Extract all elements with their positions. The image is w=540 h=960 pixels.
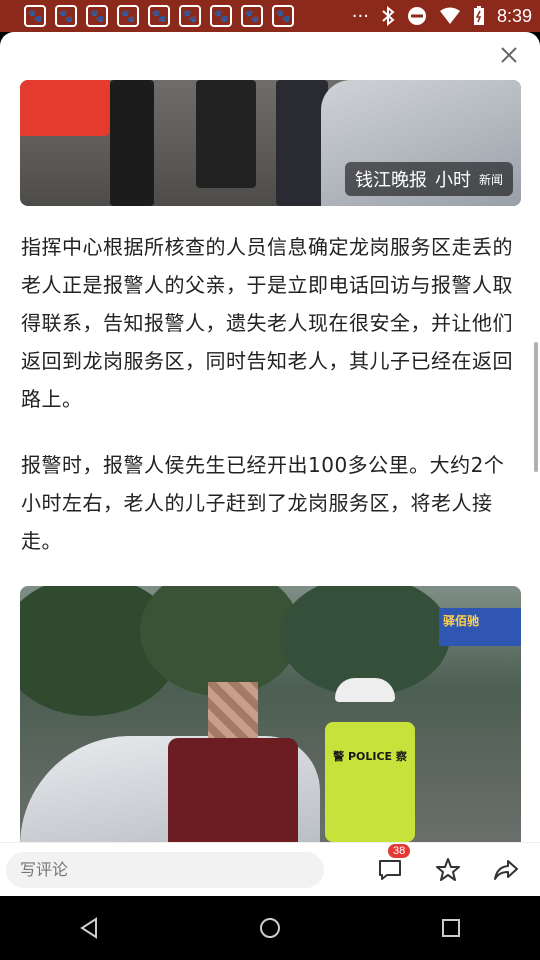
article-sheet[interactable]: 钱江晚报 小时 新闻 指挥中心根据所核查的人员信息确定龙岗服务区走丢的老人正是报… <box>0 32 540 896</box>
favorite-button[interactable] <box>434 856 462 884</box>
watermark-sub: 小时 <box>434 170 471 191</box>
app-notification-icon: 🐾 <box>272 5 294 27</box>
battery-icon <box>473 6 484 25</box>
more-notifications-icon: ··· <box>351 5 369 27</box>
man-figure <box>168 682 298 842</box>
person-figure <box>196 80 256 188</box>
status-bar: 🐾 🐾 🐾 🐾 🐾 🐾 🐾 🐾 🐾 ··· 8:39 <box>0 0 540 32</box>
red-barrier <box>20 80 110 136</box>
bottom-action-bar: 38 <box>0 842 540 896</box>
status-right: ··· 8:39 <box>352 6 532 27</box>
app-notification-icon: 🐾 <box>117 5 139 27</box>
jacket <box>168 738 298 842</box>
comment-count-badge: 38 <box>388 843 411 858</box>
comment-input[interactable] <box>6 851 324 888</box>
police-cap <box>335 678 395 702</box>
app-notification-icon: 🐾 <box>148 5 170 27</box>
back-icon[interactable] <box>79 917 99 939</box>
watermark: 钱江晚报 小时 新闻 <box>344 162 513 196</box>
share-icon <box>494 859 518 880</box>
police-officer: 警 POLICE 察 <box>315 678 425 842</box>
notification-icons: 🐾 🐾 🐾 🐾 🐾 🐾 🐾 🐾 🐾 <box>24 5 294 27</box>
do-not-disturb-icon <box>407 7 426 25</box>
comments-button[interactable]: 38 <box>376 843 411 884</box>
bluetooth-icon <box>382 6 395 26</box>
police-vest: 警 POLICE 察 <box>325 722 415 842</box>
app-notification-icon: 🐾 <box>24 5 46 27</box>
close-icon <box>501 47 517 63</box>
close-button[interactable] <box>496 42 522 68</box>
watermark-sub2: 新闻 <box>478 172 503 187</box>
comment-icon <box>379 859 401 880</box>
app-notification-icon: 🐾 <box>55 5 77 27</box>
system-nav-bar <box>0 896 540 960</box>
share-button[interactable] <box>492 856 520 884</box>
wifi-icon <box>439 7 460 24</box>
roadside-sign: 驿佰驰 <box>439 608 521 646</box>
article-paragraph: 指挥中心根据所核查的人员信息确定龙岗服务区走丢的老人正是报警人的父亲，于是立即电… <box>21 235 513 411</box>
blurred-face <box>208 682 258 742</box>
watermark-brand: 钱江晚报 <box>354 170 427 191</box>
recents-icon[interactable] <box>441 918 461 938</box>
app-notification-icon: 🐾 <box>210 5 232 27</box>
article-image-bottom: 驿佰驰 警 POLICE 察 <box>20 586 521 842</box>
article-image-top: 钱江晚报 小时 新闻 <box>20 80 521 206</box>
app-notification-icon: 🐾 <box>241 5 263 27</box>
action-icons: 38 <box>376 843 534 884</box>
app-notification-icon: 🐾 <box>179 5 201 27</box>
person-figure <box>110 80 154 206</box>
star-icon <box>436 857 460 881</box>
home-icon[interactable] <box>258 916 282 940</box>
clock: 8:39 <box>496 5 532 26</box>
app-notification-icon: 🐾 <box>86 5 108 27</box>
article-paragraph: 报警时，报警人侯先生已经开出100多公里。大约2个小时左右，老人的儿子赶到了龙岗… <box>21 453 505 553</box>
scrollbar[interactable] <box>534 342 538 472</box>
